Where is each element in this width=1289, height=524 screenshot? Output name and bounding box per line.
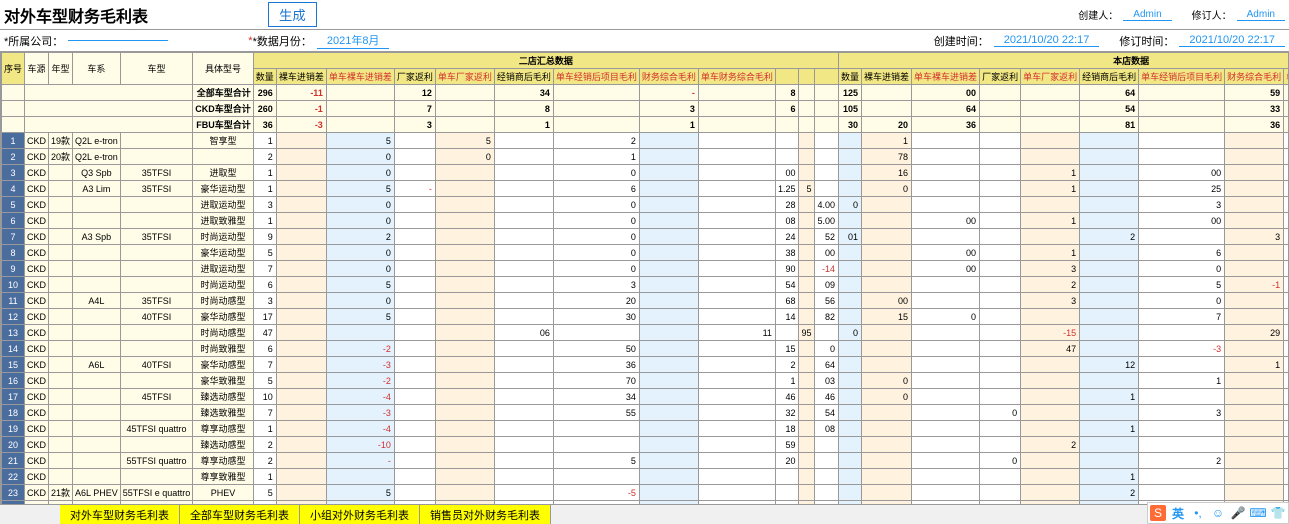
col-c1: 数量	[839, 69, 862, 85]
col-c5: 单车厂家返利	[435, 69, 494, 85]
sogou-icon[interactable]: S	[1150, 505, 1166, 521]
table-row[interactable]: 8CKD豪华运动型500380000162380-1200	[2, 245, 1289, 261]
col-src: 车源	[25, 53, 49, 85]
table-row[interactable]: 10CKD时尚运动型653540925-13417-518	[2, 277, 1289, 293]
summary-row: FBU车型合计36-33113020368136647-274	[2, 117, 1289, 133]
creator-value: Admin	[1123, 9, 1171, 21]
table-row[interactable]: 13CKD时尚动感型470611950-152991225281214199	[2, 325, 1289, 341]
reviser-value: Admin	[1237, 9, 1285, 21]
ime-bar: S 英 •, ☺ 🎤 ⌨ 👕	[1147, 502, 1289, 524]
group-own-store: 本店数据	[839, 53, 1289, 69]
table-row[interactable]: 20CKD臻选动感型2-10592	[2, 437, 1289, 453]
tab-1[interactable]: 全部车型财务毛利表	[180, 505, 300, 524]
col-c3: 单车裸车进销差	[912, 69, 980, 85]
table-row[interactable]: 23CKD21款A6L PHEV55TFSI e quattroPHEV55-5…	[2, 485, 1289, 501]
tab-2[interactable]: 小组对外财务毛利表	[300, 505, 420, 524]
col-c8: 财务综合毛利	[1225, 69, 1284, 85]
create-time-value: 2021/10/20 22:17	[994, 34, 1100, 47]
summary-row: 全部车型合计296-111234-8125006459938182	[2, 85, 1289, 101]
emoji-icon[interactable]: ☺	[1210, 505, 1226, 521]
table-row[interactable]: 3CKDQ3 Spb35TFSI进取型10000161009000944	[2, 165, 1289, 181]
table-row[interactable]: 6CKD进取致雅型100085.000010008034	[2, 213, 1289, 229]
tab-3[interactable]: 销售员对外财务毛利表	[420, 505, 551, 524]
mic-icon[interactable]: 🎤	[1230, 505, 1246, 521]
reviser-label: 修订人：	[1192, 7, 1232, 22]
summary-row: CKD车型合计260-178361056454336125	[2, 101, 1289, 117]
col-seq: 序号	[2, 53, 25, 85]
table-row[interactable]: 18CKD臻选致雅型7-35532540333.152591710241.430	[2, 405, 1289, 421]
col-c1: 数量	[253, 69, 276, 85]
tab-0[interactable]: 对外车型财务毛利表	[60, 505, 180, 524]
table-row[interactable]: 16CKD豪华致雅型5-2701030100643048-1810	[2, 373, 1289, 389]
table-row[interactable]: 1CKD19款Q2L e-tron智享型15521	[2, 133, 1289, 149]
col-c8: 财务综合毛利	[639, 69, 698, 85]
col-c4: 厂家返利	[394, 69, 435, 85]
punct-icon[interactable]: •,	[1190, 505, 1206, 521]
col-series: 车系	[73, 53, 121, 85]
month-value[interactable]: 2021年8月	[317, 32, 390, 49]
lang-icon[interactable]: 英	[1170, 505, 1186, 521]
table-row[interactable]: 22CKD尊享致雅型11	[2, 469, 1289, 485]
table-row[interactable]: 4CKDA3 Lim35TFSI豪华运动型15-61.2550125962573…	[2, 181, 1289, 197]
table-row[interactable]: 15CKDA6L40TFSI豪华动感型7-336264121-0019-21-1	[2, 357, 1289, 373]
col-c7: 单车经销后项目毛利	[553, 69, 639, 85]
creator-label: 创建人：	[1078, 7, 1118, 22]
table-row[interactable]: 2CKD20款Q2L e-tron200178	[2, 149, 1289, 165]
col-c2: 裸车进销差	[276, 69, 326, 85]
col-model: 具体型号	[193, 53, 254, 85]
table-row[interactable]: 11CKDA4L35TFSI时尚动感型3020685600301240	[2, 293, 1289, 309]
revise-time-value: 2021/10/20 22:17	[1179, 34, 1285, 47]
col-c6: 经销商后毛利	[1080, 69, 1139, 85]
create-time-label: 创建时间：	[934, 33, 989, 49]
table-row[interactable]: 21CKD55TFSI quattro尊享动感型2-52002510	[2, 453, 1289, 469]
table-row[interactable]: 12CKD40TFSI豪华动感型1753014821507-1350031734…	[2, 309, 1289, 325]
col-c5: 单车厂家返利	[1021, 69, 1080, 85]
table-row[interactable]: 19CKD45TFSI quattro尊享动感型1-4180813.252017	[2, 421, 1289, 437]
col-c9: 单车财务综合毛利	[698, 69, 775, 85]
col-type: 车型	[120, 53, 193, 85]
col-c7: 单车经销后项目毛利	[1139, 69, 1225, 85]
company-value[interactable]	[68, 40, 168, 41]
col-c3: 单车裸车进销差	[326, 69, 394, 85]
table-row[interactable]: 5CKD进取运动型300284.00030328068	[2, 197, 1289, 213]
revise-time-label: 修订时间：	[1119, 33, 1174, 49]
settings-icon[interactable]: 👕	[1270, 505, 1286, 521]
generate-button[interactable]: 生成	[268, 2, 317, 27]
col-c9: 单车财务综合毛利	[1284, 69, 1289, 85]
data-grid[interactable]: 序号 车源 年型 车系 车型 具体型号 二店汇总数据 本店数据 本店与他店差距 …	[0, 51, 1289, 511]
col-c6: 经销商后毛利	[494, 69, 553, 85]
col-year: 年型	[49, 53, 73, 85]
group-two-store: 二店汇总数据	[253, 53, 838, 69]
col-c4: 厂家返利	[980, 69, 1021, 85]
table-row[interactable]: 9CKD进取运动型70090-14003057011--13-14	[2, 261, 1289, 277]
table-row[interactable]: 14CKD时尚致雅型6-25015047-3-0051567	[2, 341, 1289, 357]
col-c2: 裸车进销差	[862, 69, 912, 85]
page-title: 对外车型财务毛利表	[4, 3, 148, 27]
month-label: *数据月份：	[253, 33, 312, 49]
company-label: *所属公司：	[4, 33, 63, 49]
keyboard-icon[interactable]: ⌨	[1250, 505, 1266, 521]
table-row[interactable]: 7CKDA3 Spb35TFSI时尚运动型92024520123040-1352…	[2, 229, 1289, 245]
table-row[interactable]: 17CKD45TFSI臻选动感型10-43446460141.881415551…	[2, 389, 1289, 405]
